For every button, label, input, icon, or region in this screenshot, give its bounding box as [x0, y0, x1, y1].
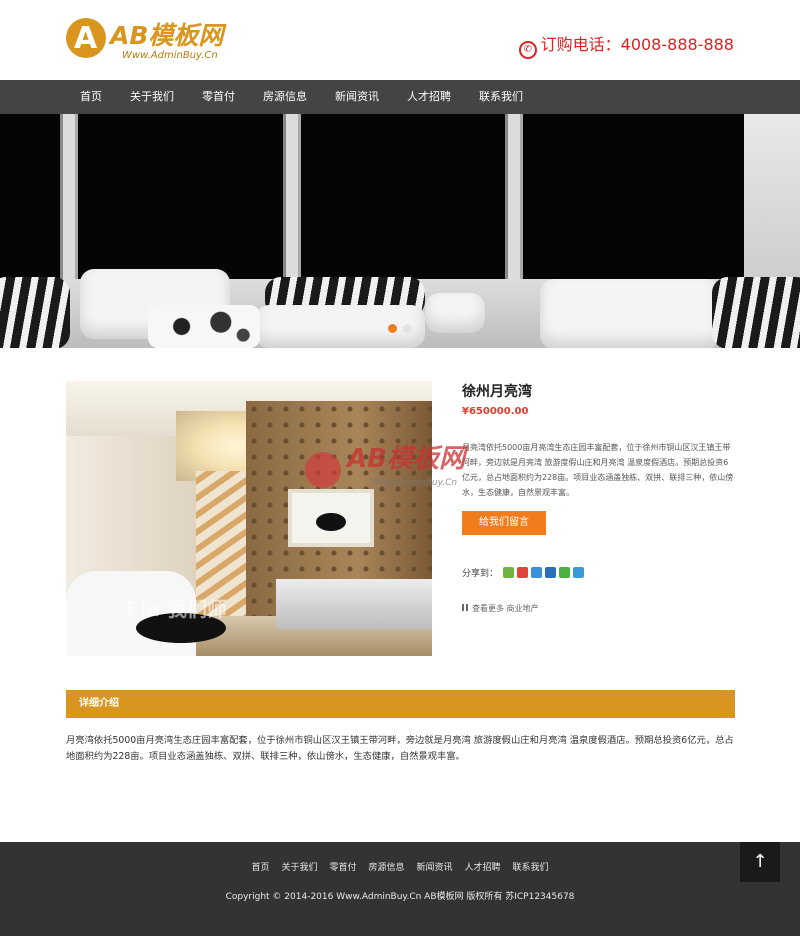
- site-footer: 首页 关于我们 零首付 房源信息 新闻资讯 人才招聘 联系我们 Copyrigh…: [0, 842, 800, 936]
- grid-icon: [462, 604, 469, 611]
- site-header: AB模板网 Www.AdminBuy.Cn ✆订购电话：4008-888-888: [0, 0, 800, 80]
- product-description: 月亮湾依托5000亩月亮湾生态庄园丰富配套，位于徐州市铜山区汉王镇王带河畔，旁边…: [462, 443, 734, 497]
- renren-icon[interactable]: [545, 566, 557, 578]
- logo-text: AB模板网: [110, 21, 224, 50]
- window-frame: [283, 114, 301, 284]
- share-bar: 分享到：: [462, 565, 585, 579]
- logo-subtitle: Www.AdminBuy.Cn: [122, 50, 218, 61]
- view-more-link[interactable]: 查看更多: [472, 604, 504, 613]
- wechat-icon[interactable]: [559, 566, 571, 578]
- phone-label: 订购电话：4008-888-888: [540, 35, 734, 54]
- hero-banner[interactable]: [0, 114, 800, 348]
- nav-item-zero-down[interactable]: 零首付: [188, 80, 249, 114]
- logo-badge-icon: [66, 18, 106, 58]
- footer-nav-listings[interactable]: 房源信息: [368, 860, 404, 873]
- leave-message-button[interactable]: 给我们留言: [462, 511, 546, 535]
- order-phone: ✆ 订购电话：4008-888-888: [518, 31, 734, 59]
- product-price: ¥650000.00: [462, 406, 529, 417]
- window-frame: [60, 114, 78, 284]
- phone-icon: ✆: [518, 41, 537, 59]
- nav-item-home[interactable]: 首页: [66, 80, 116, 114]
- image-watermark: Fla 我们师: [126, 597, 227, 621]
- banner-sofa-image: [0, 269, 800, 348]
- nav-item-about[interactable]: 关于我们: [116, 80, 188, 114]
- slider-dot-1[interactable]: [388, 324, 397, 333]
- product-title: 徐州月亮湾: [462, 384, 532, 400]
- share-label: 分享到：: [462, 568, 499, 579]
- nav-item-contact[interactable]: 联系我们: [465, 80, 537, 114]
- weibo-icon[interactable]: [517, 566, 529, 578]
- nav-item-news[interactable]: 新闻资讯: [321, 80, 393, 114]
- nav-item-listings[interactable]: 房源信息: [249, 80, 321, 114]
- slider-pagination: [388, 324, 412, 333]
- footer-nav-careers[interactable]: 人才招聘: [465, 860, 501, 873]
- detail-heading: 详细介绍: [66, 690, 735, 718]
- footer-nav-about[interactable]: 关于我们: [281, 860, 317, 873]
- category-link[interactable]: 商业地产: [507, 604, 539, 613]
- main-nav: 首页 关于我们 零首付 房源信息 新闻资讯 人才招聘 联系我们: [0, 80, 800, 114]
- footer-nav-news[interactable]: 新闻资讯: [417, 860, 453, 873]
- footer-nav: 首页 关于我们 零首付 房源信息 新闻资讯 人才招聘 联系我们: [0, 860, 800, 873]
- more-share-icon[interactable]: [573, 566, 585, 578]
- window-frame: [505, 114, 523, 284]
- copyright-text: Copyright © 2014-2016 Www.AdminBuy.Cn AB…: [225, 892, 575, 902]
- slider-dot-2[interactable]: [403, 324, 412, 333]
- qzone-icon[interactable]: [503, 566, 515, 578]
- nav-item-careers[interactable]: 人才招聘: [393, 80, 465, 114]
- flower-pillow: [148, 305, 260, 348]
- tencent-weibo-icon[interactable]: [531, 566, 543, 578]
- detail-body: 月亮湾依托5000亩月亮湾生态庄园丰富配套，位于徐州市铜山区汉王镇王带河畔，旁边…: [66, 735, 734, 762]
- footer-nav-home[interactable]: 首页: [251, 860, 269, 873]
- footer-nav-contact[interactable]: 联系我们: [513, 860, 549, 873]
- more-links: 查看更多 商业地产: [462, 603, 539, 614]
- footer-nav-zero-down[interactable]: 零首付: [329, 860, 356, 873]
- product-image[interactable]: Fla 我们师: [66, 381, 432, 656]
- site-logo[interactable]: AB模板网 Www.AdminBuy.Cn: [66, 14, 246, 66]
- back-to-top-button[interactable]: ↑: [740, 842, 780, 882]
